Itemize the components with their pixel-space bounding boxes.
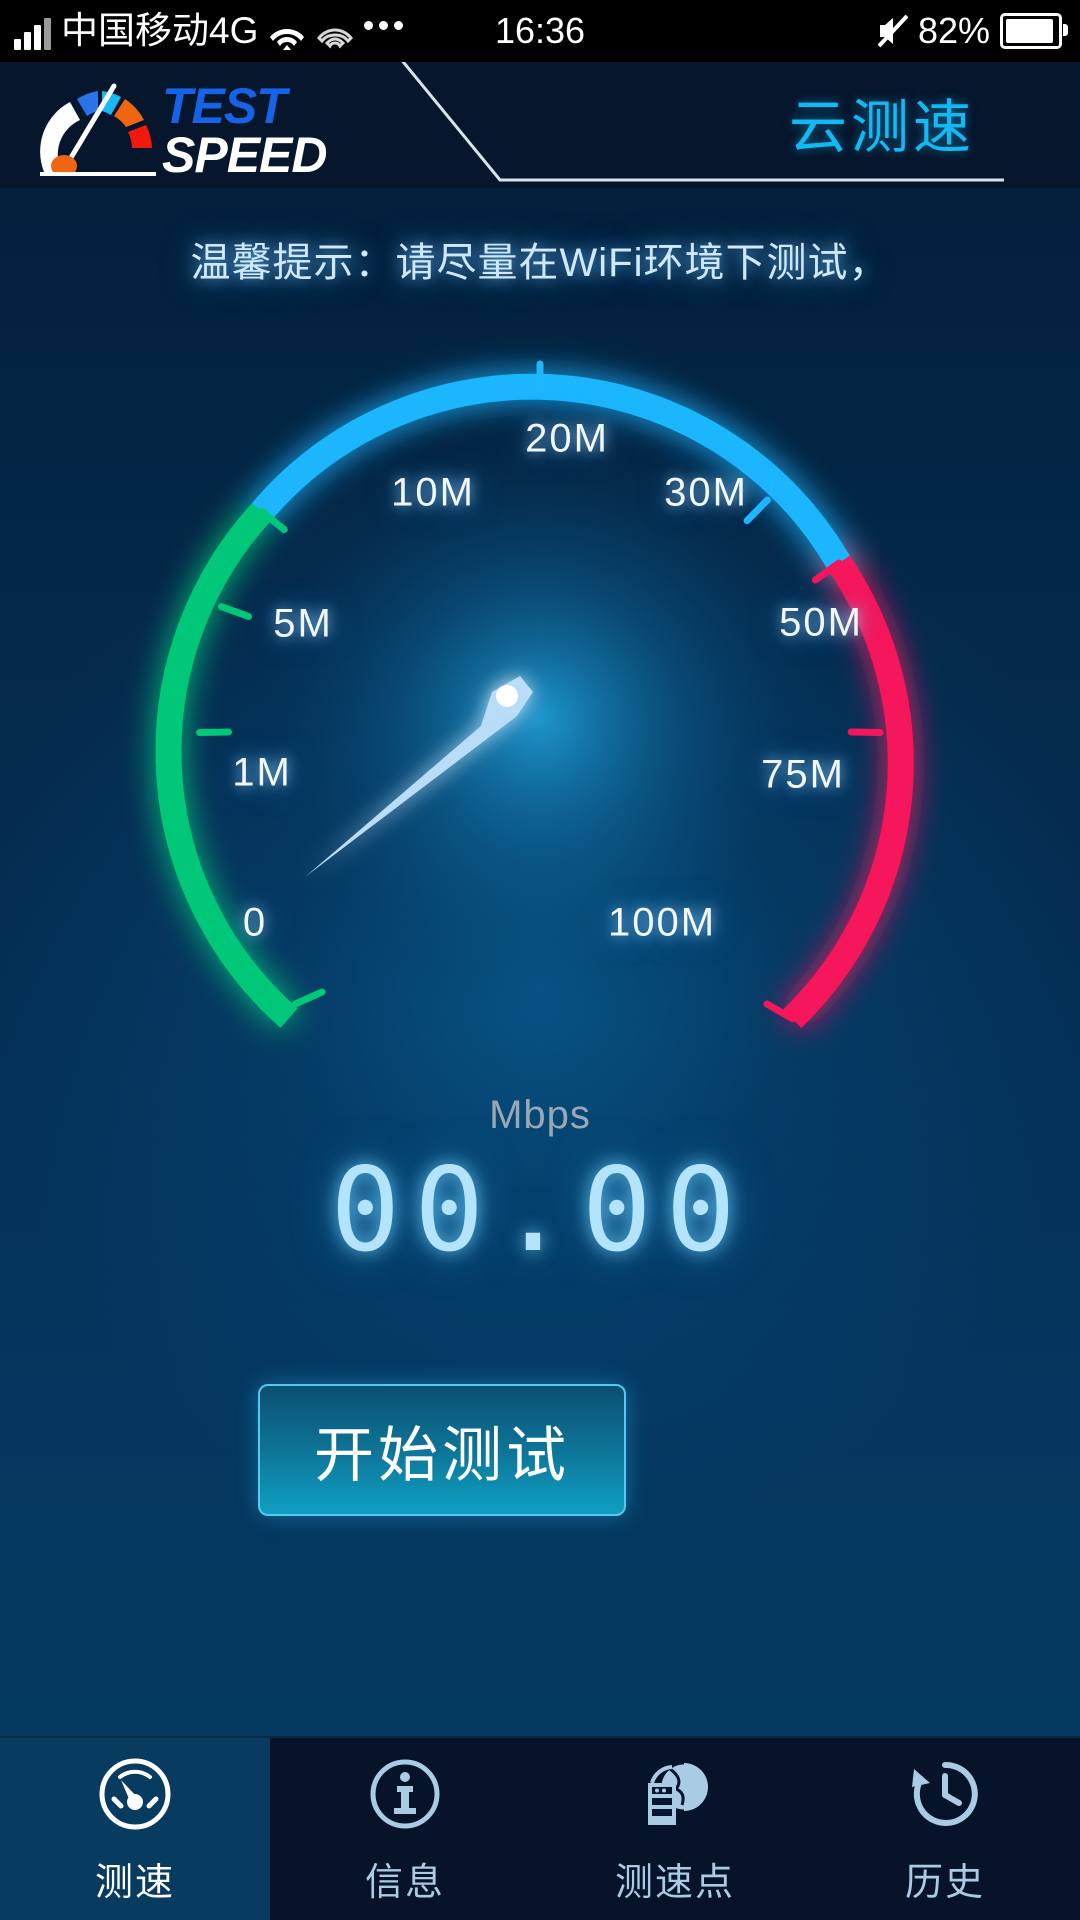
speed-value-display: 00.00	[330, 1143, 750, 1278]
gauge-tick-label-5m: 5M	[273, 601, 333, 646]
status-bar: 中国移动4G 16:36 82%	[0, 0, 1080, 62]
tab-speedtest[interactable]: 测速	[0, 1738, 270, 1920]
gauge-tick-label-50m: 50M	[779, 600, 863, 645]
gauge-tick-label-0: 0	[242, 900, 268, 945]
app-logo: TEST SPEED	[36, 76, 396, 180]
tip-text: 温馨提示：请尽量在WiFi环境下测试，	[190, 241, 890, 285]
speedometer-logo-icon	[36, 80, 164, 178]
tab-servers[interactable]: 测速点	[540, 1738, 810, 1920]
tab-label-servers: 测速点	[614, 1861, 735, 1904]
server-globe-icon	[634, 1753, 716, 1835]
status-bar-clock: 16:36	[494, 10, 586, 51]
battery-icon	[1000, 13, 1068, 49]
speedometer-icon	[94, 1753, 176, 1835]
gauge-tick-label-30m: 30M	[664, 470, 748, 515]
gauge-tick-label-100m: 100M	[607, 900, 717, 945]
gauge-tick-label-75m: 75M	[761, 752, 845, 797]
tab-history[interactable]: 历史	[810, 1738, 1080, 1920]
speed-gauge: 0 1M 5M 10M 20M 30M 50M 75M 100M	[55, 324, 1025, 1124]
gauge-tick-label-20m: 20M	[525, 416, 609, 461]
app-screen: 中国移动4G 16:36 82% TEST SPEED 云测速 温馨提示：请尽量…	[0, 0, 1080, 1920]
info-icon	[364, 1753, 446, 1835]
tab-label-history: 历史	[904, 1861, 985, 1904]
gauge-tick-label-10m: 10M	[391, 470, 475, 515]
history-clock-icon	[904, 1753, 986, 1835]
gauge-tick-label-1m: 1M	[232, 750, 292, 795]
tab-label-info: 信息	[364, 1861, 445, 1904]
start-test-button[interactable]: 开始测试	[258, 1384, 626, 1516]
tab-label-speedtest: 测速	[94, 1861, 175, 1904]
logo-test-label: TEST	[162, 78, 287, 134]
speed-unit-label: Mbps	[489, 1093, 591, 1137]
bottom-tab-bar: 测速 信息 测速点 历史	[0, 1736, 1080, 1920]
tab-info[interactable]: 信息	[270, 1738, 540, 1920]
logo-speed-label: SPEED	[162, 127, 328, 183]
page-title: 云测速	[788, 95, 975, 160]
app-logo-text: TEST SPEED	[162, 78, 402, 183]
main-content: 温馨提示：请尽量在WiFi环境下测试， 0 1M 5M 10M 20M 30M …	[0, 188, 1080, 1738]
app-header: TEST SPEED 云测速	[0, 62, 1080, 188]
